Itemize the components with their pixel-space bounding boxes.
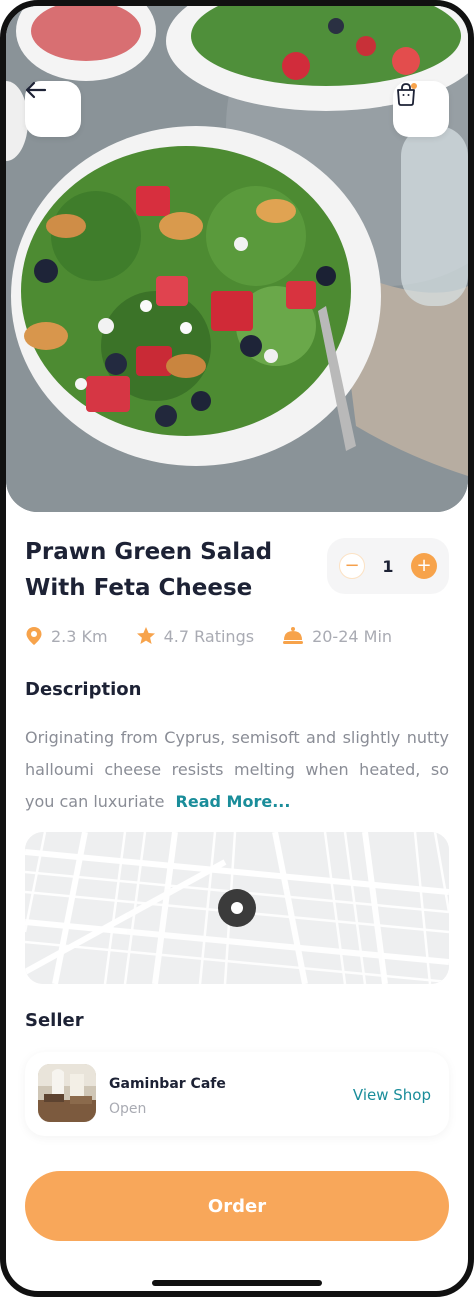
product-hero-image bbox=[6, 6, 468, 512]
arrow-left-icon bbox=[25, 81, 47, 99]
rating-text: 4.7 Ratings bbox=[163, 626, 255, 646]
shopping-bag-icon bbox=[397, 83, 417, 106]
read-more-link[interactable]: Read More... bbox=[176, 792, 291, 811]
location-map[interactable] bbox=[25, 832, 449, 984]
seller-card[interactable]: Gaminbar Cafe Open View Shop bbox=[25, 1052, 449, 1136]
seller-name: Gaminbar Cafe bbox=[109, 1076, 226, 1092]
seller-status: Open bbox=[109, 1101, 147, 1117]
home-indicator bbox=[152, 1280, 322, 1286]
cafe-interior-image bbox=[38, 1064, 96, 1122]
decrease-quantity-button[interactable]: − bbox=[339, 553, 365, 579]
product-meta: 2.3 Km 4.7 Ratings 20-24 Min bbox=[25, 624, 420, 648]
distance-info: 2.3 Km bbox=[25, 626, 108, 646]
distance-text: 2.3 Km bbox=[51, 626, 108, 646]
product-title-line1: Prawn Green Salad bbox=[25, 539, 273, 565]
view-shop-link[interactable]: View Shop bbox=[353, 1086, 431, 1104]
product-title-line2: With Feta Cheese bbox=[25, 575, 253, 601]
seller-avatar bbox=[38, 1064, 96, 1122]
rating-info: 4.7 Ratings bbox=[136, 626, 254, 646]
increase-quantity-button[interactable]: + bbox=[410, 553, 437, 579]
food-cloche-icon bbox=[283, 627, 304, 644]
order-button[interactable]: Order bbox=[25, 1171, 449, 1241]
product-title: Prawn Green Salad With Feta Cheese bbox=[25, 534, 295, 606]
back-button[interactable] bbox=[25, 81, 81, 137]
cart-button[interactable] bbox=[393, 81, 449, 137]
description-heading: Description bbox=[25, 679, 142, 700]
time-info: 20-24 Min bbox=[282, 626, 392, 646]
quantity-stepper: − 1 + bbox=[327, 538, 449, 594]
phone-frame: Prawn Green Salad With Feta Cheese − 1 +… bbox=[0, 0, 474, 1297]
time-text: 20-24 Min bbox=[312, 626, 393, 646]
quantity-value: 1 bbox=[382, 556, 394, 576]
seller-heading: Seller bbox=[25, 1010, 84, 1031]
location-pin-icon bbox=[26, 627, 42, 645]
star-icon bbox=[136, 627, 155, 644]
description-text: Originating from Cyprus, semisoft and sl… bbox=[25, 722, 449, 818]
map-graphic bbox=[25, 832, 449, 984]
